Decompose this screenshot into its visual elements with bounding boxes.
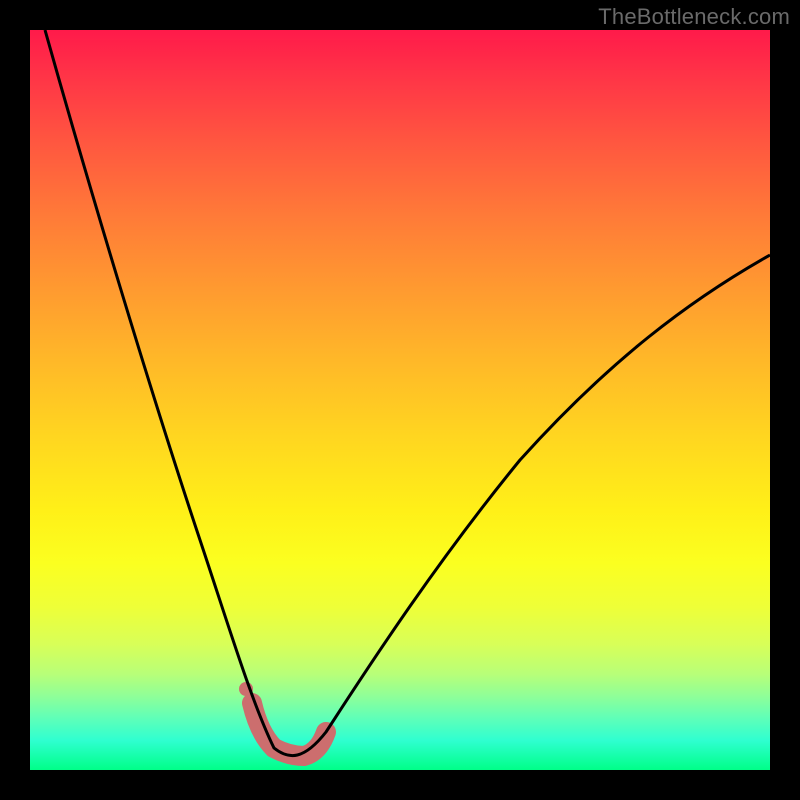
bottleneck-curve (45, 30, 770, 756)
watermark-text: TheBottleneck.com (598, 4, 790, 30)
curve-layer (30, 30, 770, 770)
chart-frame: TheBottleneck.com (0, 0, 800, 800)
plot-area (30, 30, 770, 770)
throat-highlight (252, 703, 326, 756)
